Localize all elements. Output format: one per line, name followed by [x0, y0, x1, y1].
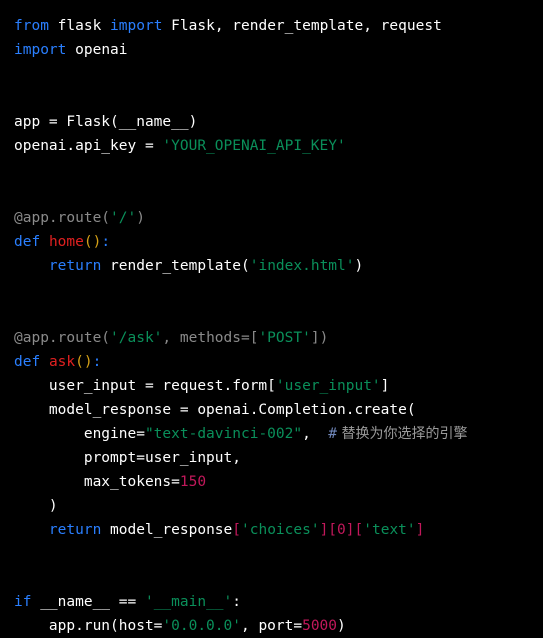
- code-token: app.run(host=: [14, 618, 163, 634]
- code-token: ): [136, 210, 145, 226]
- code-token: :: [232, 594, 242, 610]
- code-line: @app.route('/'): [14, 206, 543, 230]
- code-token: ask: [48, 354, 76, 370]
- code-block[interactable]: from flask import Flask, render_template…: [0, 0, 543, 634]
- code-line: if __name__ == '__main__':: [14, 590, 543, 614]
- code-line: from flask import Flask, render_template…: [14, 14, 543, 38]
- code-token: import: [14, 42, 67, 58]
- code-token: __name__ ==: [31, 594, 145, 610]
- code-token: , port=: [240, 618, 303, 634]
- code-token: render_template(: [110, 258, 250, 274]
- code-token: app = Flask(__name__): [14, 114, 198, 130]
- code-token: home: [48, 234, 84, 250]
- code-token: ][: [345, 522, 364, 538]
- code-token: ): [14, 498, 58, 514]
- code-line: openai.api_key = 'YOUR_OPENAI_API_KEY': [14, 134, 543, 158]
- code-line: app = Flask(__name__): [14, 110, 543, 134]
- code-token: ]): [310, 330, 329, 346]
- code-line: prompt=user_input,: [14, 446, 543, 470]
- code-token: [: [232, 522, 241, 538]
- code-token: flask: [57, 18, 102, 34]
- code-token: model_response: [110, 522, 233, 538]
- code-token: 替换为你选择的引擎: [337, 426, 468, 442]
- code-token: openai: [75, 42, 128, 58]
- code-token: 0: [337, 522, 346, 538]
- code-token: '/': [110, 210, 137, 226]
- code-token: import: [110, 18, 163, 34]
- code-token: openai.api_key =: [14, 138, 163, 154]
- code-line: app.run(host='0.0.0.0', port=5000): [14, 614, 543, 638]
- code-line: def ask():: [14, 350, 543, 374]
- code-token: 'choices': [241, 522, 320, 538]
- code-token: '__main__': [144, 594, 233, 610]
- code-token: if: [14, 594, 32, 610]
- code-token: 150: [179, 474, 207, 490]
- code-token: 'YOUR_OPENAI_API_KEY': [162, 138, 346, 154]
- code-token: ]: [415, 522, 425, 538]
- code-token: prompt=user_input,: [14, 450, 241, 466]
- code-line: max_tokens=150: [14, 470, 543, 494]
- code-token: ): [337, 618, 346, 634]
- code-line: def home():: [14, 230, 543, 254]
- code-line: @app.route('/ask', methods=['POST']): [14, 326, 543, 350]
- code-token: :: [92, 354, 102, 370]
- code-token: :: [101, 234, 111, 250]
- code-token: 5000: [302, 618, 338, 634]
- code-token: max_tokens=: [14, 474, 180, 490]
- code-token: from: [14, 18, 49, 34]
- code-token: model_response = openai.Completion.creat…: [14, 402, 416, 418]
- code-token: engine=: [14, 426, 145, 442]
- code-line: ): [14, 494, 543, 518]
- code-token: @app.route(: [14, 210, 111, 226]
- code-token: , methods=[: [162, 330, 259, 346]
- code-token: '0.0.0.0': [162, 618, 241, 634]
- code-token: (): [75, 354, 93, 370]
- code-token: return: [48, 522, 102, 538]
- code-line: model_response = openai.Completion.creat…: [14, 398, 543, 422]
- code-line: import openai: [14, 38, 543, 62]
- code-token: '/ask': [110, 330, 163, 346]
- code-token: 'POST': [258, 330, 311, 346]
- code-token: def: [14, 354, 41, 370]
- code-token: Flask, render_template, request: [171, 18, 442, 34]
- code-token: user_input = request.form[: [14, 378, 276, 394]
- code-token: 'index.html': [249, 258, 355, 274]
- code-token: ): [354, 258, 364, 274]
- code-token: @app.route(: [14, 330, 111, 346]
- code-token: ][: [319, 522, 338, 538]
- code-token: #: [328, 426, 338, 442]
- code-token: def: [14, 234, 41, 250]
- code-token: (): [83, 234, 102, 250]
- code-token: ]: [380, 378, 390, 394]
- code-token: return: [48, 258, 102, 274]
- code-token: 'user_input': [275, 378, 381, 394]
- code-line: user_input = request.form['user_input']: [14, 374, 543, 398]
- code-line: return render_template('index.html'): [14, 254, 543, 278]
- code-line: engine="text-davinci-002", # 替换为你选择的引擎: [14, 422, 543, 446]
- code-line: return model_response['choices'][0]['tex…: [14, 518, 543, 542]
- code-token: "text-davinci-002": [144, 426, 303, 442]
- code-token: ,: [302, 426, 329, 442]
- code-token: 'text': [363, 522, 416, 538]
